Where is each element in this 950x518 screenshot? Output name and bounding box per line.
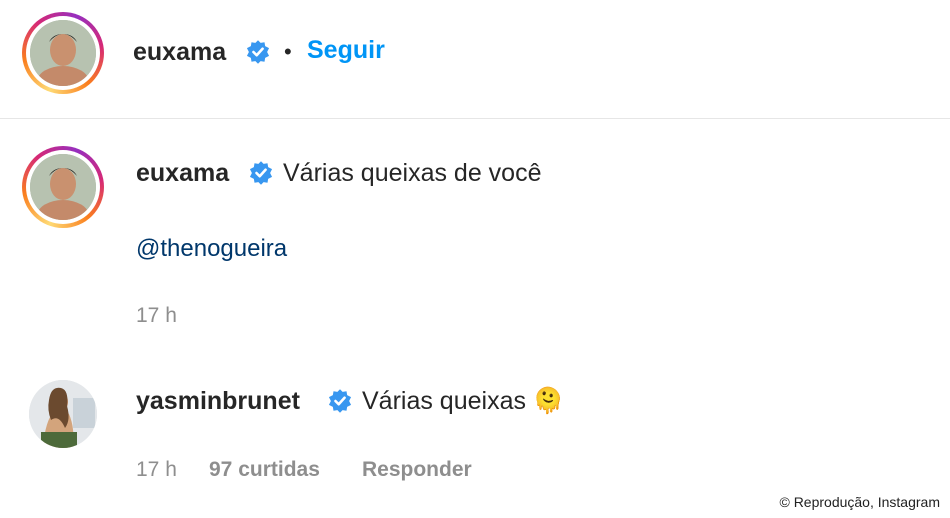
avatar bbox=[30, 154, 96, 220]
avatar bbox=[30, 20, 96, 86]
verified-badge-icon bbox=[249, 161, 273, 185]
avatar[interactable] bbox=[29, 380, 97, 448]
likes-count[interactable]: 97 curtidas bbox=[209, 458, 320, 482]
header-username[interactable]: euxama bbox=[133, 38, 226, 67]
comment-username[interactable]: yasminbrunet bbox=[136, 387, 300, 416]
comment-text: Várias queixas de você bbox=[283, 159, 542, 187]
story-ring-avatar[interactable] bbox=[22, 146, 104, 228]
comment-username[interactable]: euxama bbox=[136, 159, 229, 188]
comment-timestamp[interactable]: 17 h bbox=[136, 304, 177, 328]
verified-badge-icon bbox=[246, 40, 270, 64]
separator-dot: • bbox=[284, 39, 292, 64]
follow-button[interactable]: Seguir bbox=[307, 36, 385, 65]
story-ring-avatar[interactable] bbox=[22, 12, 104, 94]
comment-text: Várias queixas 🫠 bbox=[362, 387, 565, 415]
comment-timestamp[interactable]: 17 h bbox=[136, 458, 177, 482]
post-header: euxama • Seguir bbox=[0, 0, 950, 118]
image-credit: © Reprodução, Instagram bbox=[779, 494, 940, 510]
verified-badge-icon bbox=[328, 389, 352, 413]
mention-link[interactable]: @thenogueira bbox=[136, 235, 287, 263]
header-divider bbox=[0, 118, 950, 119]
reply-button[interactable]: Responder bbox=[362, 458, 472, 482]
